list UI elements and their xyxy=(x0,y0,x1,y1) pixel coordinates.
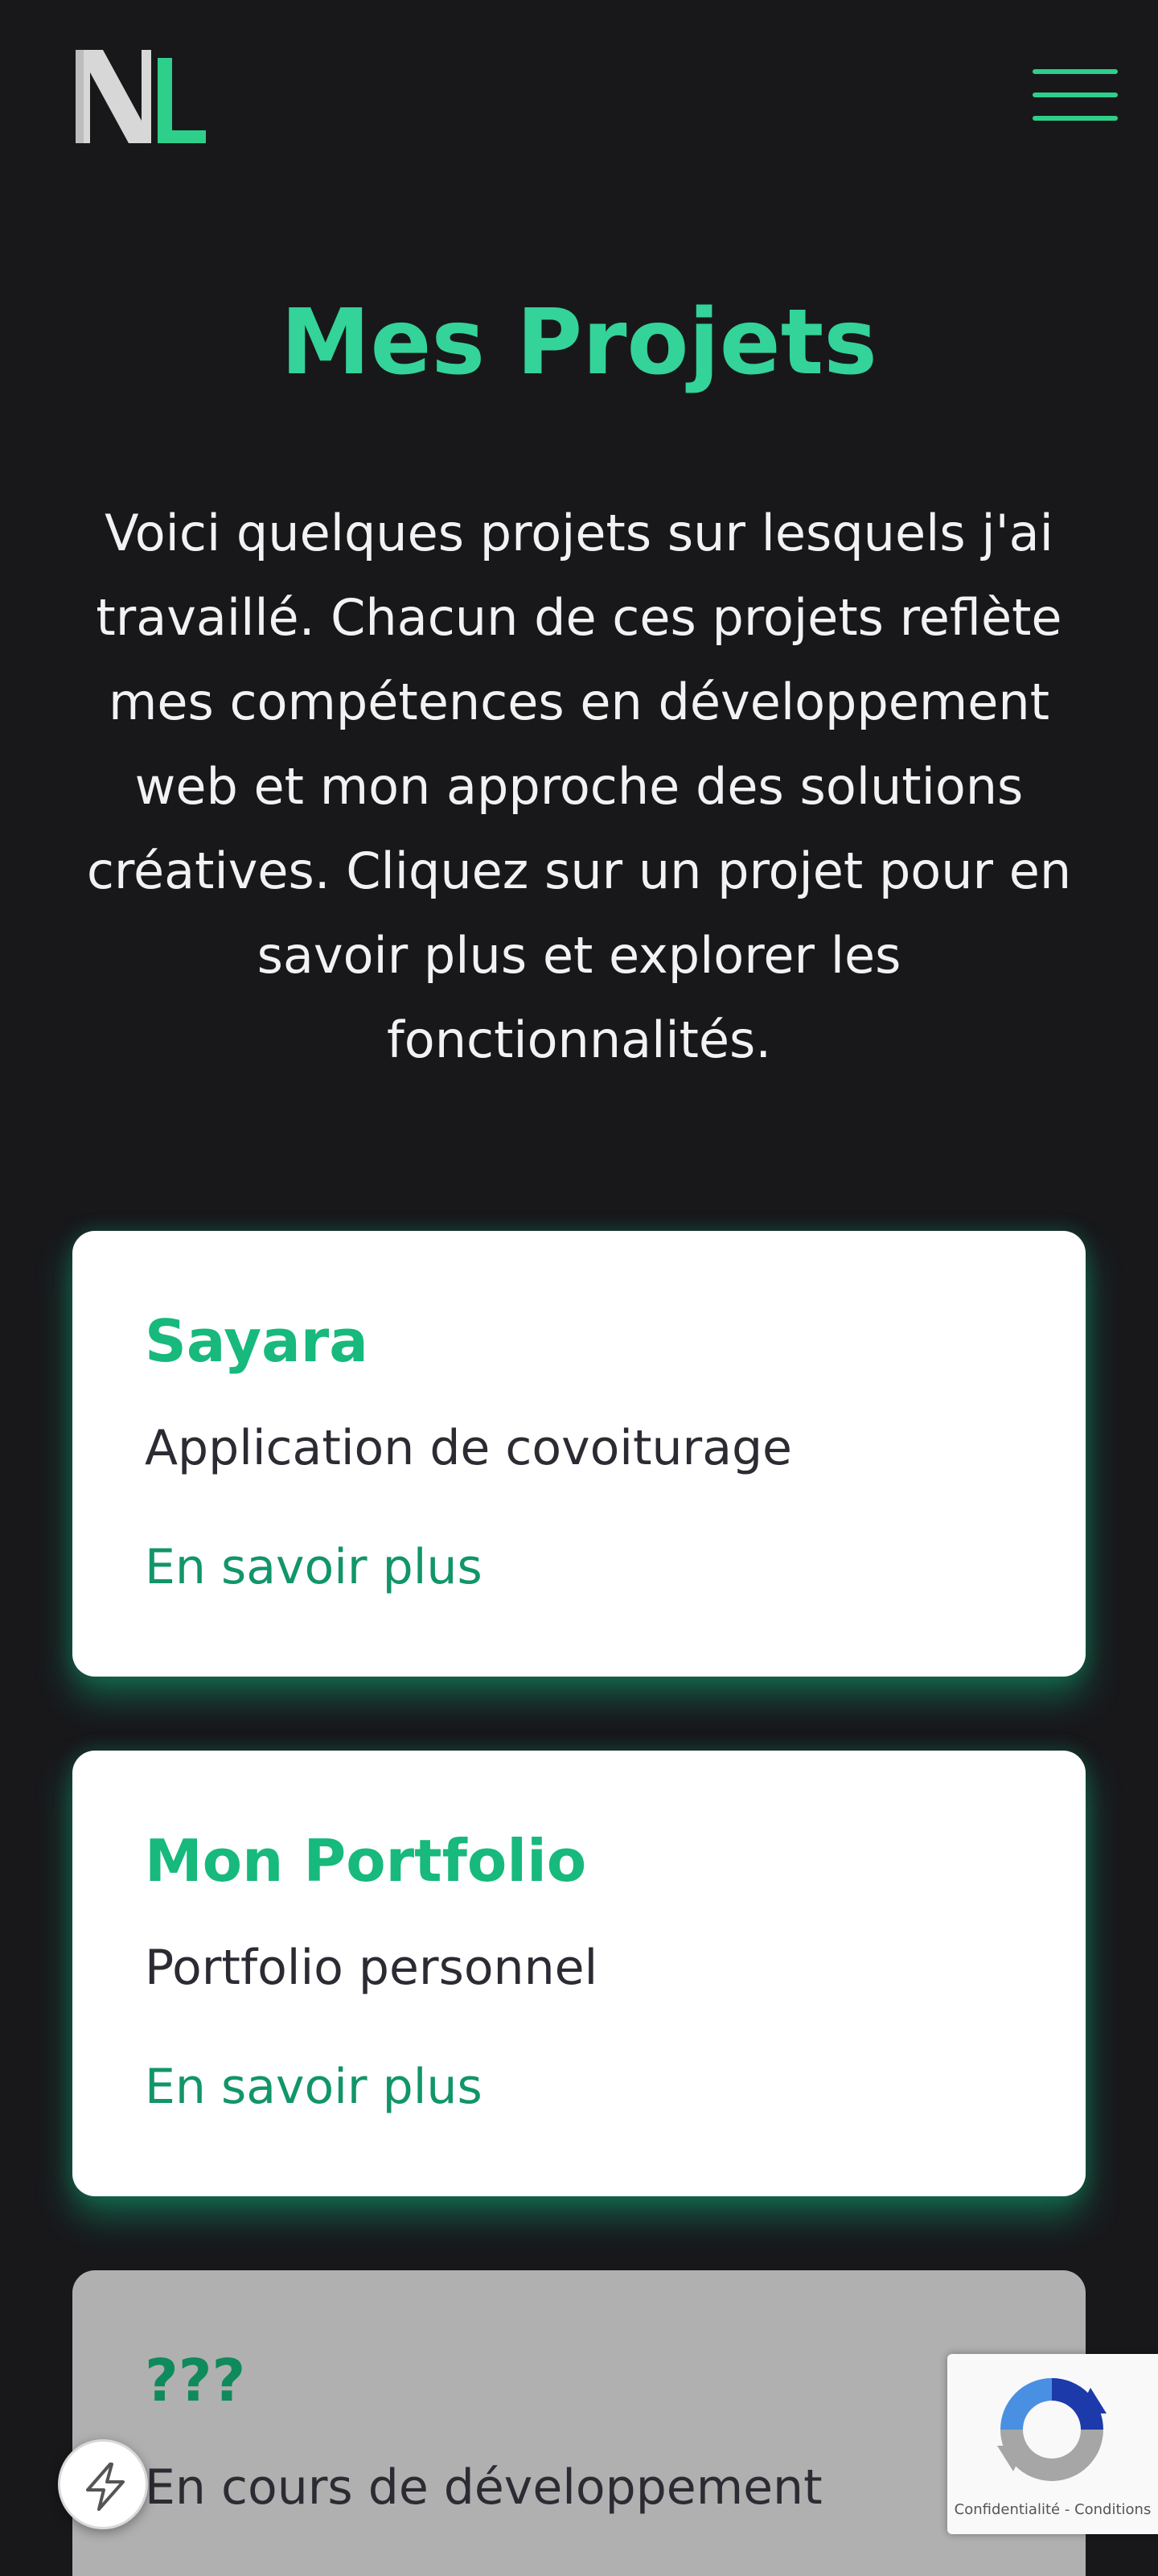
project-card-upcoming: ??? En cours de développement xyxy=(72,2270,1086,2576)
project-card-portfolio[interactable]: Mon Portfolio Portfolio personnel En sav… xyxy=(72,1751,1086,2196)
project-title: Sayara xyxy=(145,1307,368,1375)
page-title: Mes Projets xyxy=(281,290,877,395)
menu-bar-bottom xyxy=(1033,116,1118,121)
menu-bar-middle xyxy=(1033,93,1118,97)
menu-bar-top xyxy=(1033,69,1118,74)
page: Mes Projets Voici quelques projets sur l… xyxy=(0,0,1158,2576)
project-description: Portfolio personnel xyxy=(145,1940,598,1996)
recaptcha-logo-icon xyxy=(997,2378,1107,2481)
recaptcha-links: Confidentialité - Conditions xyxy=(947,2500,1158,2520)
recaptcha-badge[interactable]: Confidentialité - Conditions xyxy=(947,2354,1158,2534)
hamburger-menu-button[interactable] xyxy=(1031,66,1119,124)
nl-logo[interactable] xyxy=(72,47,209,146)
project-description: Application de covoiturage xyxy=(145,1420,792,1476)
link-separator: - xyxy=(1060,2501,1075,2518)
privacy-link[interactable]: Confidentialité xyxy=(955,2501,1060,2518)
project-card-sayara[interactable]: Sayara Application de covoiturage En sav… xyxy=(72,1231,1086,1677)
lightning-button[interactable] xyxy=(58,2439,148,2529)
project-description: En cours de développement xyxy=(145,2459,823,2516)
learn-more-link[interactable]: En savoir plus xyxy=(145,2055,482,2119)
project-title: ??? xyxy=(145,2347,246,2414)
learn-more-link[interactable]: En savoir plus xyxy=(145,1535,482,1599)
terms-link[interactable]: Conditions xyxy=(1074,2501,1151,2518)
lightning-icon xyxy=(86,2463,125,2511)
intro-paragraph: Voici quelques projets sur lesquels j'ai… xyxy=(86,504,1072,1069)
nl-monogram-icon xyxy=(76,50,206,143)
project-title: Mon Portfolio xyxy=(145,1827,587,1895)
